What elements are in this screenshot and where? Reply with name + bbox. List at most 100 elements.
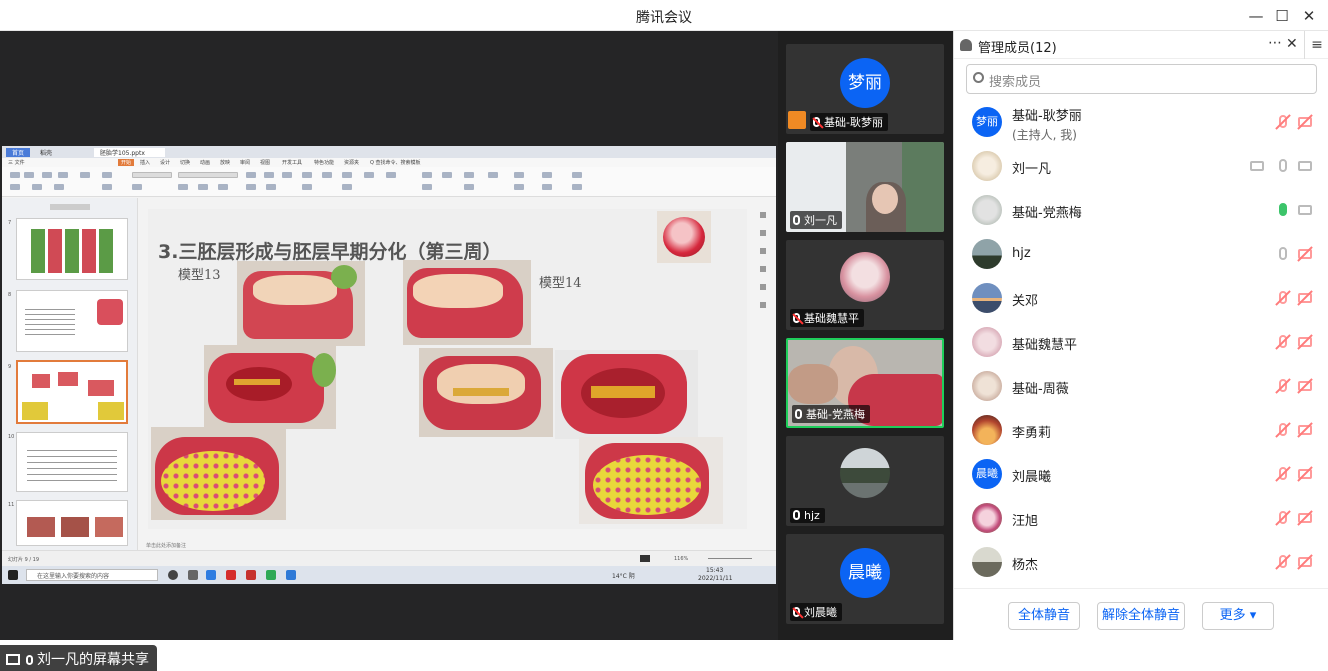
unmute-all-button[interactable]: 解除全体静音: [1097, 602, 1185, 630]
mic-muted-icon[interactable]: [1275, 510, 1291, 526]
camera-off-icon[interactable]: [1297, 378, 1313, 394]
mute-all-button[interactable]: 全体静音: [1008, 602, 1080, 630]
person-icon: [960, 39, 972, 51]
menu-home[interactable]: 开始: [118, 159, 135, 166]
app-tab-home[interactable]: 首页: [6, 148, 31, 157]
tile-name-label: 刘一凡: [790, 211, 842, 229]
video-tile[interactable]: 基础魏慧平: [786, 240, 944, 330]
camera-off-icon[interactable]: [1297, 114, 1313, 130]
slide-thumbnail-10[interactable]: [16, 432, 128, 492]
member-row[interactable]: 基础魏慧平: [954, 321, 1328, 365]
model14-image-3: [555, 350, 698, 439]
minimize-button[interactable]: —: [1244, 4, 1268, 28]
slide-thumbnail-7[interactable]: [16, 218, 128, 280]
member-row[interactable]: 基础-周薇: [954, 365, 1328, 409]
member-name: 关邓: [1012, 294, 1039, 309]
tile-name-label: 基础魏慧平: [790, 309, 864, 327]
panel-menu-icon[interactable]: ≡: [1304, 31, 1328, 59]
camera-icon[interactable]: [1298, 203, 1312, 217]
menu-review[interactable]: 审阅: [240, 159, 250, 166]
camera-off-icon[interactable]: [1297, 422, 1313, 438]
mic-muted-icon[interactable]: [1275, 114, 1291, 130]
mic-muted-icon[interactable]: [1275, 290, 1291, 306]
avatar: 梦丽: [840, 58, 890, 108]
slide-thumbnail-8[interactable]: [16, 290, 128, 352]
member-row[interactable]: 汪旭: [954, 497, 1328, 541]
mic-icon[interactable]: [1276, 203, 1290, 217]
more-button[interactable]: 更多 ▾: [1202, 602, 1274, 630]
zoom-slider[interactable]: [708, 558, 752, 559]
member-row[interactable]: 刘一凡: [954, 145, 1328, 189]
menu-resources[interactable]: 资源夹: [344, 159, 359, 166]
menu-developer[interactable]: 开发工具: [282, 159, 302, 166]
maximize-button[interactable]: ☐: [1270, 4, 1294, 28]
menu-design[interactable]: 设计: [160, 159, 170, 166]
video-tile[interactable]: 梦丽 基础-耿梦丽: [786, 44, 944, 134]
menu-animation[interactable]: 动画: [200, 159, 210, 166]
member-search-input[interactable]: 搜索成员: [966, 64, 1317, 94]
menu-slideshow[interactable]: 放映: [220, 159, 230, 166]
member-avatar: [972, 151, 1002, 181]
member-row[interactable]: 梦丽 基础-耿梦丽 (主持人, 我): [954, 101, 1328, 145]
mic-muted-icon[interactable]: [1275, 334, 1291, 350]
close-button[interactable]: ✕: [1297, 4, 1321, 28]
video-tile[interactable]: hjz: [786, 436, 944, 526]
camera-off-icon[interactable]: [1297, 334, 1313, 350]
camera-icon[interactable]: [1298, 159, 1312, 173]
meeting-app-icon[interactable]: [266, 570, 276, 580]
taskbar-search[interactable]: 在这里输入你要搜索的内容: [26, 569, 158, 581]
camera-off-icon[interactable]: [1297, 466, 1313, 482]
taskbar-app-icon[interactable]: [188, 570, 198, 580]
play-icon[interactable]: [640, 555, 650, 562]
mic-icon: [26, 655, 33, 665]
member-row[interactable]: 基础-党燕梅: [954, 189, 1328, 233]
video-tile-active-speaker[interactable]: 基础-党燕梅: [786, 338, 944, 428]
wps-icon[interactable]: [226, 570, 236, 580]
camera-off-icon[interactable]: [1297, 510, 1313, 526]
video-tile[interactable]: 刘一凡: [786, 142, 944, 232]
member-avatar: [972, 415, 1002, 445]
mic-muted-icon[interactable]: [1275, 554, 1291, 570]
member-row[interactable]: 杨杰: [954, 541, 1328, 585]
more-options-icon[interactable]: ⋯: [1268, 35, 1282, 51]
mic-muted-icon[interactable]: [1275, 422, 1291, 438]
app-tab-docer[interactable]: 稻壳: [40, 148, 52, 157]
menu-insert[interactable]: 插入: [140, 159, 150, 166]
member-row[interactable]: 李勇莉: [954, 409, 1328, 453]
zoom-level: 116%: [674, 556, 689, 562]
command-search[interactable]: Q 查找命令、搜索模板: [370, 159, 421, 166]
camera-off-icon[interactable]: [1297, 554, 1313, 570]
member-avatar: [972, 371, 1002, 401]
video-strip: 梦丽 基础-耿梦丽 刘一凡 基础魏慧平 基础-党燕梅 hjz 晨曦 刘晨曦: [778, 31, 953, 640]
edge-browser-icon[interactable]: [206, 570, 216, 580]
slide-thumbnail-11[interactable]: [16, 500, 128, 546]
mic-muted-icon[interactable]: [1275, 378, 1291, 394]
slide-thumbnail-9[interactable]: [16, 360, 128, 424]
avatar: [840, 252, 890, 302]
taskbar-app-icon[interactable]: [286, 570, 296, 580]
member-row[interactable]: hjz: [954, 233, 1328, 277]
search-icon: [973, 72, 984, 83]
mic-icon[interactable]: [1276, 247, 1290, 261]
members-panel-header: 管理成员(12) ⋯ ✕ ≡: [954, 31, 1328, 59]
camera-off-icon[interactable]: [1297, 290, 1313, 306]
video-tile[interactable]: 晨曦 刘晨曦: [786, 534, 944, 624]
member-row[interactable]: 关邓: [954, 277, 1328, 321]
camera-off-icon[interactable]: [1297, 246, 1313, 262]
thumb-number: 11: [8, 502, 15, 508]
member-row[interactable]: 晨曦 刘晨曦: [954, 453, 1328, 497]
mic-muted-icon[interactable]: [1275, 466, 1291, 482]
menu-transition[interactable]: 切换: [180, 159, 190, 166]
member-name: 刘晨曦: [1012, 470, 1052, 485]
menu-file[interactable]: 三 文件: [8, 159, 25, 166]
windows-start-icon[interactable]: [8, 570, 18, 580]
close-panel-icon[interactable]: ✕: [1286, 36, 1298, 52]
menu-features[interactable]: 特色功能: [314, 159, 334, 166]
members-panel: 管理成员(12) ⋯ ✕ ≡ 搜索成员 梦丽 基础-耿梦丽 (主持人, 我) 刘一凡基…: [953, 31, 1328, 640]
notes-area[interactable]: 单击此处添加备注: [138, 542, 758, 550]
task-view-icon[interactable]: [168, 570, 178, 580]
wps-presentation-icon[interactable]: [246, 570, 256, 580]
menu-view[interactable]: 视图: [260, 159, 270, 166]
mic-icon[interactable]: [1276, 159, 1290, 173]
app-tab-file[interactable]: 胚胎学105.pptx: [94, 148, 165, 157]
